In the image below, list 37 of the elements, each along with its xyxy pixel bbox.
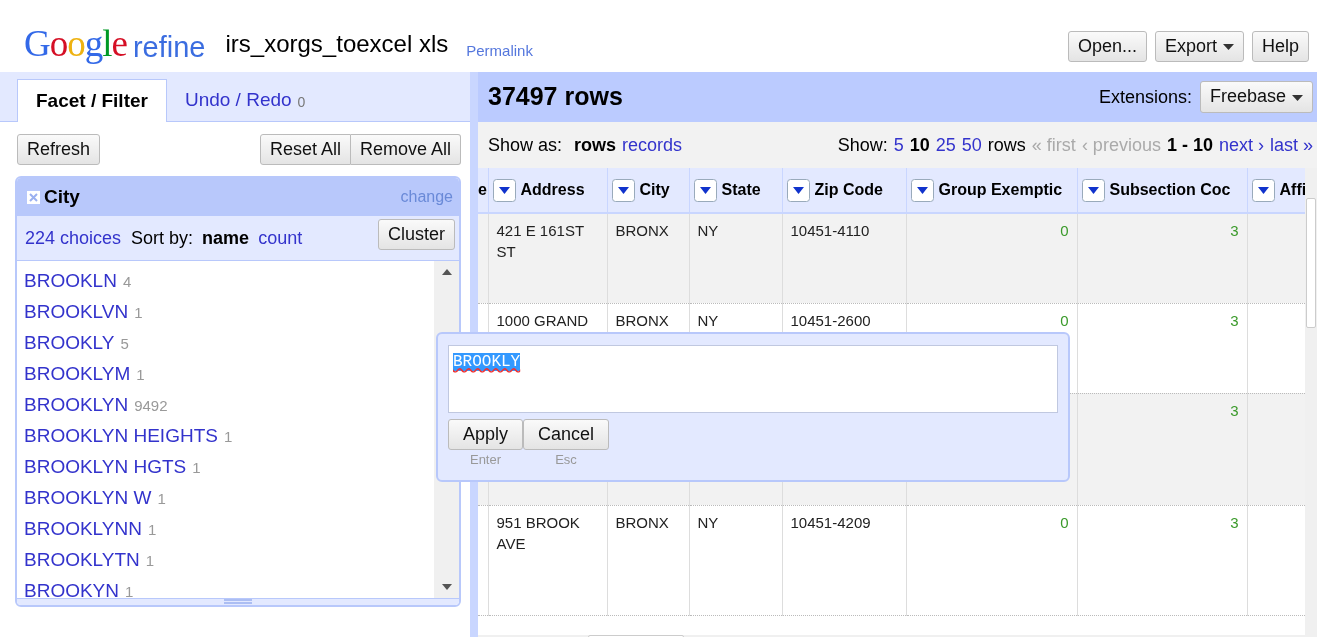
choice-count: 1 <box>145 551 155 572</box>
table-cell: BRONX <box>607 213 689 303</box>
table-cell: 3 <box>1077 505 1247 615</box>
table-cell: NY <box>689 213 782 303</box>
row-count: 37497 rows <box>488 81 623 113</box>
table-cell: NY <box>689 505 782 615</box>
table-cell: 10451-4209 <box>782 505 906 615</box>
choice-count: 9492 <box>134 396 168 417</box>
choice-count: 1 <box>192 458 201 479</box>
choice-count: 5 <box>120 334 129 355</box>
choice-count: 1 <box>223 427 233 448</box>
extensions-label: Extensions: <box>1098 85 1192 109</box>
project-title: irs_xorgs_toexcel xls <box>225 29 449 59</box>
table-cell: 421 E 161ST ST <box>488 213 607 303</box>
choice-count: 1 <box>136 365 145 386</box>
table-cell: 0 <box>906 505 1077 615</box>
shortcut-hint: Esc <box>555 451 577 470</box>
shortcut-hint: Enter <box>469 451 502 470</box>
logo-product-name: refine <box>132 33 206 62</box>
table-cell: 3 <box>1077 393 1247 505</box>
page-range: 1 - 10 <box>1166 133 1213 157</box>
choice-count: 1 <box>125 582 134 603</box>
rows-label: rows <box>987 133 1026 157</box>
table-cell: 0 <box>906 213 1077 303</box>
table-cell: 3 <box>1077 213 1247 303</box>
choice-count: 4 <box>122 272 132 293</box>
table-cell: BRONX <box>607 505 689 615</box>
choice-count: 1 <box>147 520 157 541</box>
show-label: Show: <box>837 133 888 157</box>
show-as-label: Show as: <box>488 133 563 157</box>
sort-label: Sort by: <box>131 226 194 250</box>
choice-count: 1 <box>157 489 166 510</box>
table-cell: 951 BROOK AVE <box>488 505 607 615</box>
facet-title: City <box>44 185 80 210</box>
table-cell: 10451-4110 <box>782 213 906 303</box>
logo: Google <box>24 25 127 62</box>
choice-count: 1 <box>134 303 143 324</box>
